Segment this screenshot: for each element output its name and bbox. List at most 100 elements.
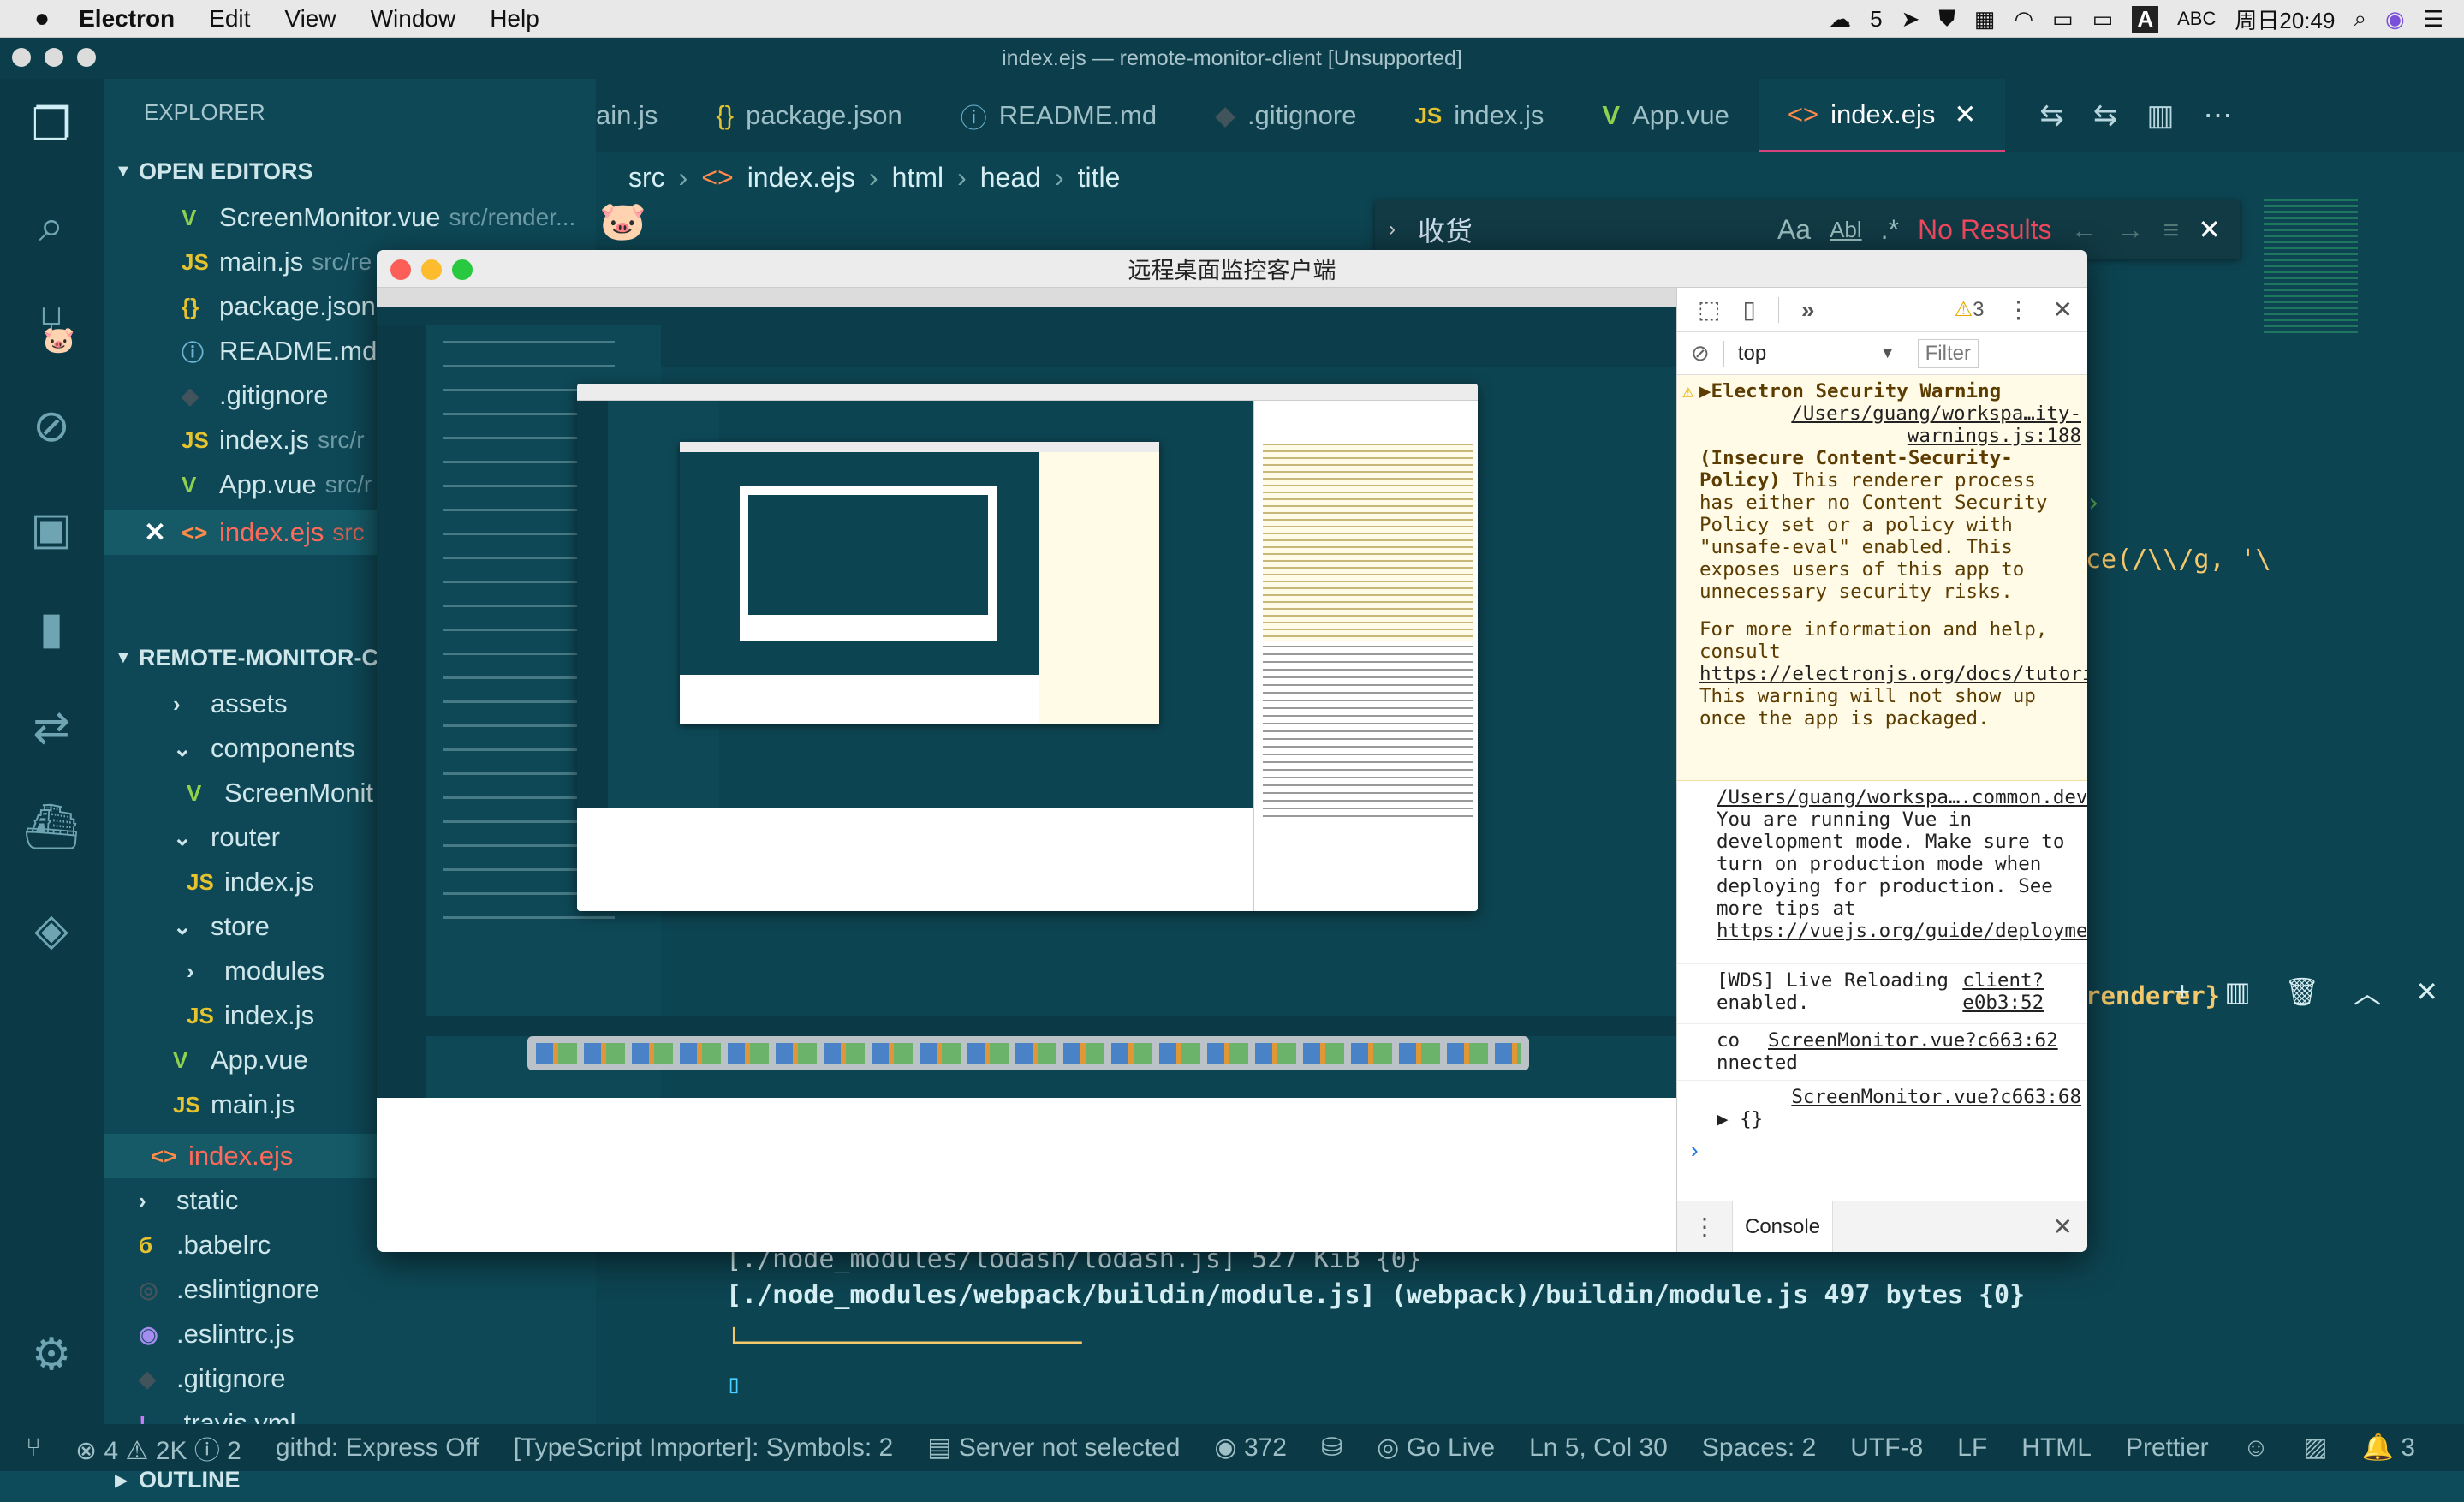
app-minimize-button[interactable] <box>421 259 442 280</box>
battery-icon[interactable]: ▭ <box>2092 6 2114 33</box>
whole-word-icon[interactable]: Abl <box>1830 217 1862 243</box>
explorer-icon[interactable]: ❐ <box>21 94 82 156</box>
encoding[interactable]: UTF-8 <box>1850 1433 1923 1463</box>
screen-capture-view[interactable] <box>377 288 1676 1098</box>
tab-package-json[interactable]: {} package.json <box>687 79 931 152</box>
more-tabs-icon[interactable]: » <box>1801 296 1815 324</box>
console-prompt[interactable]: › <box>1691 1137 1699 1164</box>
tree-file[interactable]: ◆ .gitignore <box>104 1356 596 1401</box>
log-source-link[interactable]: client?e0b3:52 <box>1962 969 2081 1014</box>
close-devtools-icon[interactable]: ✕ <box>2053 295 2073 324</box>
close-panel-icon[interactable]: ✕ <box>2415 975 2438 1008</box>
add-terminal-icon[interactable]: + <box>2175 976 2191 1008</box>
log-source-link[interactable]: ScreenMonitor.vue?c663:68 <box>1791 1086 2081 1108</box>
settings-gear-icon[interactable]: ⚙ <box>21 1324 82 1386</box>
cursor-position[interactable]: Ln 5, Col 30 <box>1529 1433 1668 1463</box>
warnings-counter[interactable]: ⚠3 <box>1955 297 1985 322</box>
app-zoom-button[interactable] <box>452 259 473 280</box>
go-live-button[interactable]: ◎ Go Live <box>1377 1433 1495 1463</box>
problems-status[interactable]: ⊗ 4 ⚠ 2K ⓘ 2 <box>75 1429 241 1467</box>
tree-file[interactable]: ◎ .eslintignore <box>104 1267 596 1312</box>
toggle-replace-icon[interactable]: › <box>1389 218 1396 241</box>
feedback-icon[interactable]: ☺ <box>2243 1433 2270 1463</box>
maximize-panel-icon[interactable]: ︿ <box>2354 972 2381 1011</box>
wifi-icon[interactable]: ◠ <box>2014 6 2033 33</box>
zoom-window-button[interactable] <box>77 48 96 67</box>
inspect-element-icon[interactable]: ⬚ <box>1698 295 1720 324</box>
gitlens-icon[interactable]: ◈ <box>21 899 82 961</box>
eol[interactable]: LF <box>1957 1433 1987 1463</box>
split-terminal-icon[interactable]: ▥ <box>2224 975 2250 1008</box>
previous-match-icon[interactable]: ← <box>2071 214 2098 246</box>
tree-file[interactable]: ◉ .eslintrc.js <box>104 1312 596 1356</box>
vue-deployment-link[interactable]: https://vuejs.org/guide/deployment.html <box>1717 920 2087 942</box>
log-source-link[interactable]: ScreenMonitor.vue?c663:62 <box>1768 1029 2058 1074</box>
menu-window[interactable]: Window <box>371 5 456 33</box>
ts-importer-status[interactable]: [TypeScript Importer]: Symbols: 2 <box>514 1433 893 1463</box>
close-tab-icon[interactable]: ✕ <box>1954 99 1976 130</box>
breadcrumb-file[interactable]: index.ejs <box>747 162 855 194</box>
breadcrumb-html[interactable]: html <box>892 162 943 194</box>
siri-icon[interactable]: ◉ <box>2385 6 2405 33</box>
app-close-button[interactable] <box>390 259 411 280</box>
branch-icon[interactable]: ⑂ <box>26 1433 41 1463</box>
terminal-cursor[interactable]: ▯ <box>726 1367 2025 1403</box>
device-toggle-icon[interactable]: ▯ <box>1742 295 1755 324</box>
search-icon[interactable]: ⌕ <box>21 195 82 257</box>
airplay-icon[interactable]: ▭ <box>2052 6 2074 33</box>
shield-icon[interactable]: ⛊ <box>1938 5 1955 33</box>
docker-icon[interactable]: ⛴ <box>21 796 82 858</box>
views-status[interactable]: ◉ 372 <box>1214 1433 1287 1463</box>
menu-view[interactable]: View <box>284 5 336 33</box>
warning-source-link[interactable]: /Users/guang/workspa…ity-warnings.js:188 <box>1791 402 2081 447</box>
open-changes-icon[interactable]: ⇆ <box>2039 98 2064 133</box>
open-editor-item[interactable]: V ScreenMonitor.vue src/render... <box>104 195 596 240</box>
match-case-icon[interactable]: Aa <box>1777 214 1811 246</box>
extensions-icon[interactable]: ▣ <box>21 498 82 560</box>
close-window-button[interactable] <box>12 48 31 67</box>
prettier-status[interactable]: Prettier <box>2126 1433 2209 1463</box>
tab-index-js[interactable]: JS index.js <box>1385 79 1573 152</box>
spotlight-icon[interactable]: ⌕ <box>2354 5 2366 33</box>
drawer-console-tab[interactable]: Console <box>1732 1201 1834 1252</box>
breadcrumb-title[interactable]: title <box>1078 162 1121 194</box>
app-menu-electron[interactable]: Electron <box>79 5 175 33</box>
close-icon[interactable]: ✕ <box>144 517 182 548</box>
debug-icon[interactable]: ⊘ <box>21 396 82 457</box>
breadcrumb-src[interactable]: src <box>628 162 665 194</box>
more-actions-icon[interactable]: ⋯ <box>2204 98 2233 133</box>
input-method-icon[interactable]: A <box>2132 5 2159 33</box>
tab-app-vue[interactable]: V App.vue <box>1573 79 1758 152</box>
context-selector[interactable]: top <box>1738 342 1866 366</box>
notification-center-icon[interactable]: ☰ <box>2424 6 2443 33</box>
open-editors-section[interactable]: ▼ OPEN EDITORS <box>104 149 596 194</box>
bookmarks-icon[interactable]: ▮ <box>21 598 82 659</box>
minimap[interactable] <box>2264 199 2358 336</box>
wechat-icon[interactable]: ☁ <box>1829 6 1851 33</box>
db-icon[interactable]: ⛁ <box>1321 1433 1342 1463</box>
keyboard-icon[interactable]: ▦ <box>1974 6 1996 33</box>
menu-help[interactable]: Help <box>490 5 539 33</box>
breadcrumb-head[interactable]: head <box>980 162 1041 194</box>
indentation[interactable]: Spaces: 2 <box>1702 1433 1816 1463</box>
expandable-object[interactable]: ▶ {} <box>1717 1108 2081 1130</box>
filter-input[interactable]: Filter <box>1917 338 1979 368</box>
menu-edit[interactable]: Edit <box>209 5 250 33</box>
find-input[interactable]: 收货 <box>1418 210 1473 249</box>
dropdown-icon[interactable]: ▼ <box>1880 344 1896 362</box>
clock[interactable]: 周日20:49 <box>2235 3 2335 35</box>
server-status[interactable]: ▤ Server not selected <box>927 1433 1180 1463</box>
regex-icon[interactable]: .* <box>1881 214 1899 246</box>
split-editor-icon[interactable]: ▥ <box>2146 98 2174 133</box>
compare-icon[interactable]: ⇄ <box>21 697 82 759</box>
expand-icon[interactable]: ▶ <box>1699 380 1711 402</box>
drawer-menu-icon[interactable]: ⋮ <box>1677 1213 1732 1241</box>
security-docs-link[interactable]: https://electronjs.org/docs/tutorial/sec… <box>1699 663 2087 685</box>
tab-index-ejs[interactable]: <> index.ejs ✕ <box>1758 79 2006 152</box>
log-source-link[interactable]: /Users/guang/workspa….common.dev.js:8406 <box>1717 786 2087 808</box>
compare-revision-icon[interactable]: ⇆ <box>2093 98 2118 133</box>
clear-console-icon[interactable]: ⊘ <box>1691 340 1710 367</box>
notifications[interactable]: 🔔 3 <box>2362 1433 2415 1463</box>
close-drawer-icon[interactable]: ✕ <box>2053 1213 2073 1241</box>
tab-readme[interactable]: ⓘ README.md <box>931 79 1186 152</box>
